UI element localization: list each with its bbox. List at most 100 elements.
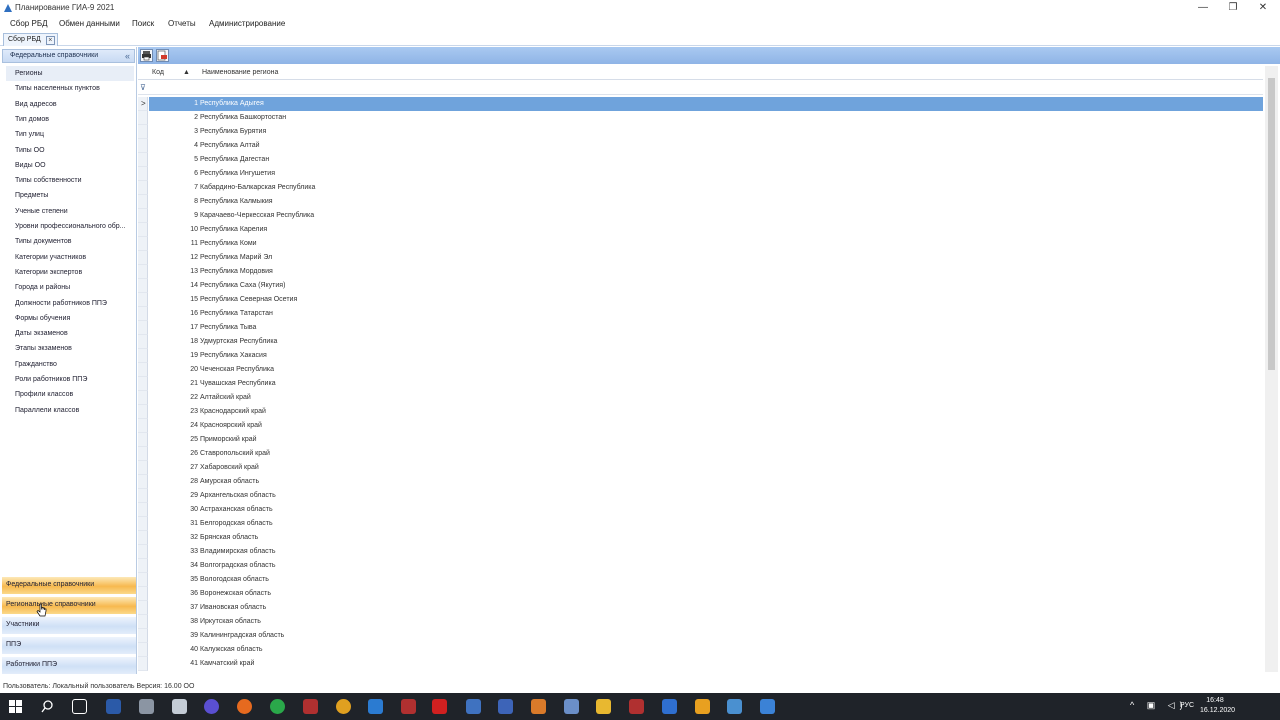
row-indicator[interactable] <box>138 349 148 363</box>
row-indicator[interactable] <box>138 223 148 237</box>
menu-data-exchange[interactable]: Обмен данными <box>59 19 120 28</box>
directory-item[interactable]: Тип домов <box>0 112 137 127</box>
app-rs-icon[interactable] <box>432 699 447 714</box>
menu-administration[interactable]: Администрирование <box>209 19 285 28</box>
row-indicator[interactable] <box>138 195 148 209</box>
row-indicator[interactable] <box>138 489 148 503</box>
table-row[interactable]: >1 Республика Адыгея <box>138 97 1263 111</box>
row-indicator[interactable] <box>138 601 148 615</box>
table-row[interactable]: 2 Республика Башкортостан <box>138 111 1263 125</box>
app-yellow-icon[interactable] <box>695 699 710 714</box>
row-indicator[interactable] <box>138 517 148 531</box>
table-row[interactable]: 29 Архангельская область <box>138 489 1263 503</box>
directory-item[interactable]: Даты экзаменов <box>0 326 137 341</box>
directory-item[interactable]: Гражданство <box>0 357 137 372</box>
row-indicator[interactable] <box>138 545 148 559</box>
app-red-3-icon[interactable] <box>629 699 644 714</box>
table-row[interactable]: 24 Красноярский край <box>138 419 1263 433</box>
directory-item[interactable]: Этапы экзаменов <box>0 341 137 356</box>
clock[interactable]: 16:48 16.12.2020 <box>1200 696 1235 716</box>
filter-row[interactable]: ⊽ <box>138 81 1263 95</box>
table-row[interactable]: 28 Амурская область <box>138 475 1263 489</box>
table-row[interactable]: 17 Республика Тыва <box>138 321 1263 335</box>
directory-item[interactable]: Категории участников <box>0 250 137 265</box>
app-mail-icon[interactable] <box>727 699 742 714</box>
table-row[interactable]: 30 Астраханская область <box>138 503 1263 517</box>
table-row[interactable]: 11 Республика Коми <box>138 237 1263 251</box>
directory-item[interactable]: Типы ОО <box>0 143 137 158</box>
table-row[interactable]: 3 Республика Бурятия <box>138 125 1263 139</box>
directory-item[interactable]: Предметы <box>0 188 137 203</box>
directory-item[interactable]: Тип улиц <box>0 127 137 142</box>
row-indicator[interactable] <box>138 125 148 139</box>
column-name-header[interactable]: Наименование региона <box>202 69 278 76</box>
table-row[interactable]: 40 Калужская область <box>138 643 1263 657</box>
row-indicator[interactable] <box>138 167 148 181</box>
row-indicator[interactable] <box>138 405 148 419</box>
task-view-icon[interactable] <box>72 699 87 714</box>
filter-icon[interactable]: ⊽ <box>140 83 146 92</box>
table-row[interactable]: 26 Ставропольский край <box>138 447 1263 461</box>
nav-ppe[interactable]: ППЭ <box>2 636 136 654</box>
file-explorer-icon[interactable] <box>596 699 611 714</box>
table-row[interactable]: 7 Кабардино-Балкарская Республика <box>138 181 1263 195</box>
directory-item[interactable]: Ученые степени <box>0 204 137 219</box>
row-indicator[interactable] <box>138 237 148 251</box>
table-row[interactable]: 15 Республика Северная Осетия <box>138 293 1263 307</box>
menu-sbor-rbd[interactable]: Сбор РБД <box>10 19 47 28</box>
app-green-icon[interactable] <box>270 699 285 714</box>
app-d-icon[interactable] <box>204 699 219 714</box>
row-indicator[interactable] <box>138 531 148 545</box>
app-red-icon[interactable] <box>303 699 318 714</box>
directory-item[interactable]: Типы населенных пунктов <box>0 81 137 96</box>
tab-close-icon[interactable]: × <box>45 36 55 45</box>
row-indicator[interactable] <box>138 475 148 489</box>
menu-reports[interactable]: Отчеты <box>168 19 196 28</box>
row-indicator[interactable] <box>138 629 148 643</box>
row-indicator[interactable] <box>138 461 148 475</box>
table-row[interactable]: 6 Республика Ингушетия <box>138 167 1263 181</box>
table-row[interactable]: 5 Республика Дагестан <box>138 153 1263 167</box>
table-row[interactable]: 32 Брянская область <box>138 531 1263 545</box>
table-row[interactable]: 37 Ивановская область <box>138 601 1263 615</box>
directory-item[interactable]: Категории экспертов <box>0 265 137 280</box>
table-row[interactable]: 23 Краснодарский край <box>138 405 1263 419</box>
directory-item[interactable]: Типы собственности <box>0 173 137 188</box>
nav-ppe-workers[interactable]: Работники ППЭ <box>2 656 136 674</box>
directory-item[interactable]: Города и районы <box>0 280 137 295</box>
row-indicator[interactable] <box>138 181 148 195</box>
nav-federal-directories[interactable]: Федеральные справочники <box>2 576 136 594</box>
row-indicator[interactable] <box>138 307 148 321</box>
chrome-icon[interactable] <box>336 699 351 714</box>
directory-item[interactable]: Профили классов <box>0 387 137 402</box>
app-calculator-icon[interactable] <box>172 699 187 714</box>
table-row[interactable]: 21 Чувашская Республика <box>138 377 1263 391</box>
table-row[interactable]: 27 Хабаровский край <box>138 461 1263 475</box>
directory-item[interactable]: Виды ОО <box>0 158 137 173</box>
row-indicator[interactable] <box>138 251 148 265</box>
tab-sbor-rbd[interactable]: Сбор РБД × <box>3 33 58 46</box>
row-indicator[interactable] <box>138 153 148 167</box>
directory-item[interactable]: Регионы <box>6 66 134 81</box>
table-row[interactable]: 22 Алтайский край <box>138 391 1263 405</box>
row-indicator[interactable] <box>138 279 148 293</box>
row-indicator[interactable] <box>138 363 148 377</box>
table-row[interactable]: 31 Белгородская область <box>138 517 1263 531</box>
app-blue-icon[interactable] <box>368 699 383 714</box>
table-row[interactable]: 9 Карачаево-Черкесская Республика <box>138 209 1263 223</box>
app-red-2-icon[interactable] <box>401 699 416 714</box>
row-indicator[interactable] <box>138 503 148 517</box>
row-indicator[interactable] <box>138 419 148 433</box>
table-row[interactable]: 12 Республика Марий Эл <box>138 251 1263 265</box>
app-save-icon[interactable] <box>498 699 513 714</box>
row-indicator[interactable] <box>138 433 148 447</box>
row-indicator[interactable] <box>138 643 148 657</box>
close-window-button[interactable]: ✕ <box>1248 0 1278 16</box>
table-row[interactable]: 14 Республика Саха (Якутия) <box>138 279 1263 293</box>
directory-item[interactable]: Уровни профессионального обр... <box>0 219 137 234</box>
vertical-scrollbar[interactable] <box>1265 66 1278 672</box>
table-row[interactable]: 8 Республика Калмыкия <box>138 195 1263 209</box>
row-indicator[interactable] <box>138 657 148 671</box>
scrollbar-thumb[interactable] <box>1268 78 1275 370</box>
table-row[interactable]: 20 Чеченская Республика <box>138 363 1263 377</box>
